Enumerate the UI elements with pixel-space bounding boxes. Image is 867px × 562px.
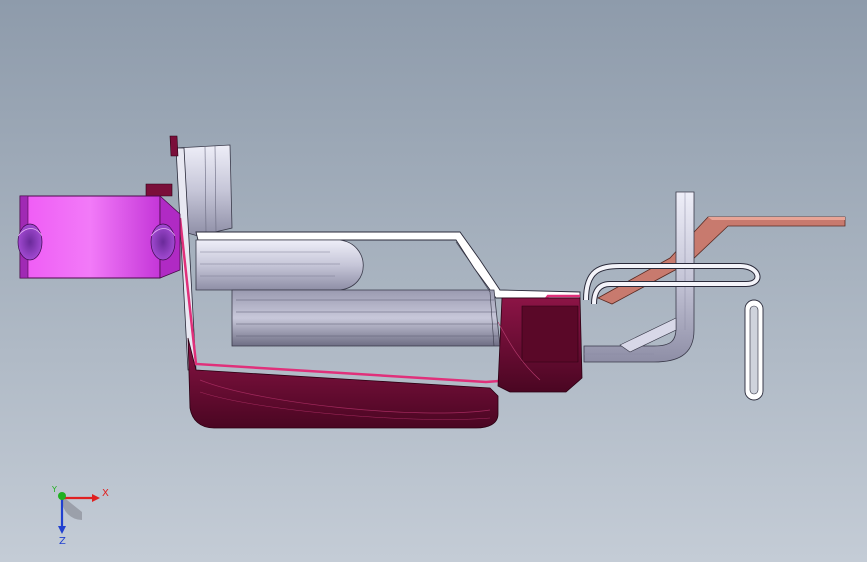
wire-form-clip[interactable]: [583, 263, 764, 401]
mounting-bracket[interactable]: [17, 195, 181, 279]
copper-strip[interactable]: [597, 216, 846, 305]
coordinate-triad: X Y Z: [51, 485, 109, 547]
y-axis-label: Y: [51, 485, 57, 494]
graphics-viewport[interactable]: X Y Z: [0, 0, 867, 562]
triad-shadow: [62, 496, 82, 520]
3d-model-view[interactable]: [0, 0, 867, 562]
main-fixture-frame[interactable]: [175, 144, 695, 371]
x-axis-arrow: [92, 494, 100, 502]
z-axis-arrow: [58, 526, 66, 534]
x-axis-label: X: [102, 488, 109, 499]
y-axis-dot: [58, 492, 66, 500]
z-axis-label: Z: [59, 536, 66, 547]
